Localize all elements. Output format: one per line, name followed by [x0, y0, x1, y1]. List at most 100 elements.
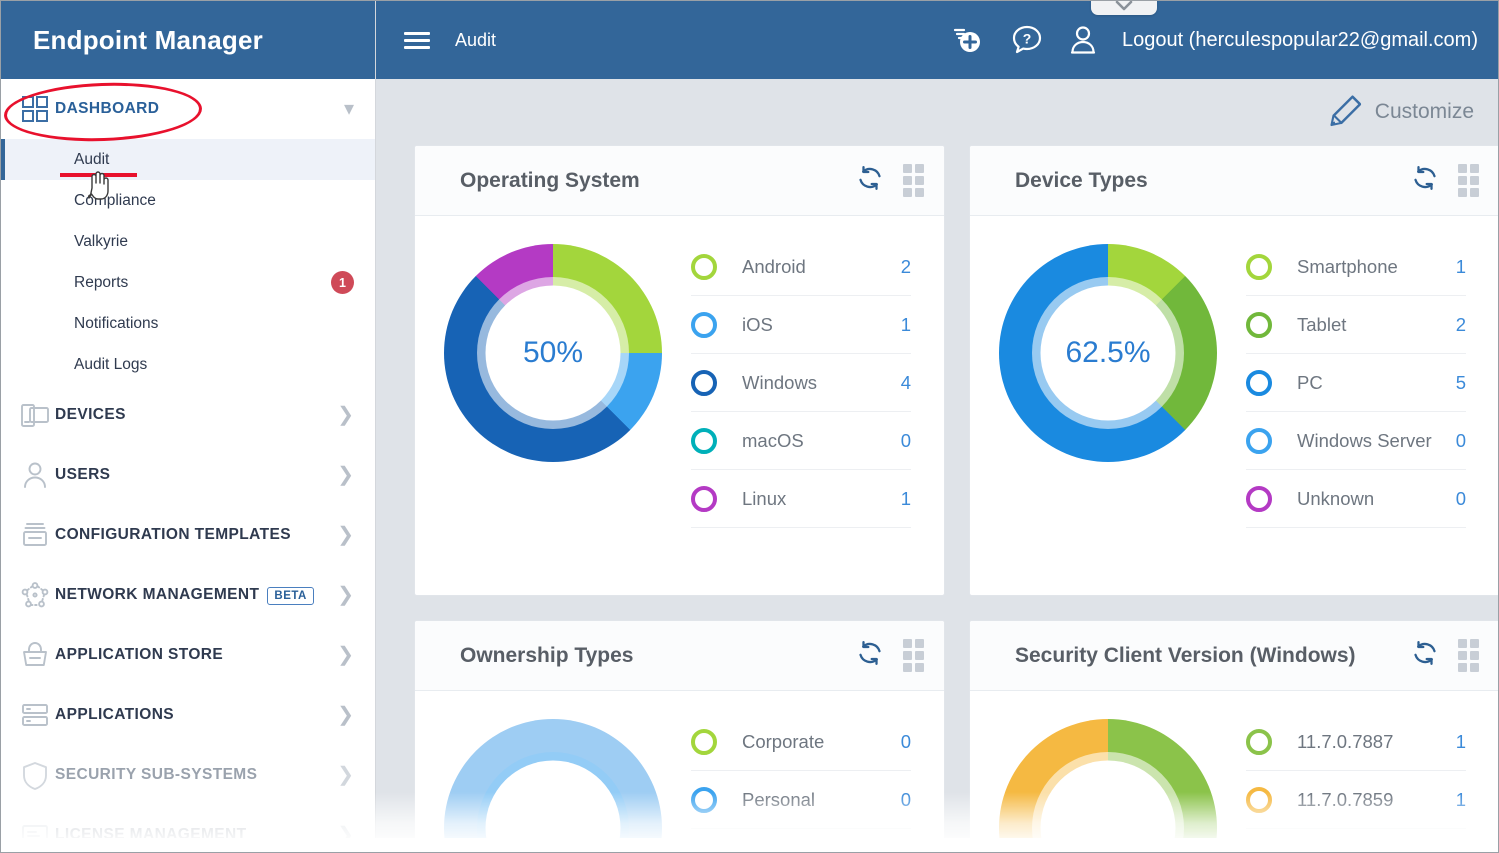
legend-value: 0: [901, 731, 911, 753]
legend-label: Windows: [717, 372, 901, 394]
sidebar-item-configuration-templates[interactable]: CONFIGURATION TEMPLATES❯: [1, 505, 376, 565]
legend-row[interactable]: 11.7.0.78871: [1246, 713, 1466, 771]
refresh-icon[interactable]: [1410, 638, 1440, 673]
refresh-icon[interactable]: [1410, 163, 1440, 198]
legend-value: 1: [901, 488, 911, 510]
chart-legend: 11.7.0.7887111.7.0.78591: [1246, 713, 1499, 829]
donut-chart-wrap: [970, 713, 1246, 853]
card-body: 11.7.0.7887111.7.0.78591: [970, 691, 1499, 853]
sidebar-subitem-label: Compliance: [74, 192, 354, 210]
grip-icon[interactable]: [903, 164, 924, 197]
legend-value: 1: [901, 314, 911, 336]
legend-color-dot: [691, 312, 717, 338]
card-body: 62.5% Smartphone1Tablet2PC5Windows Server…: [970, 216, 1499, 595]
legend-color-dot: [691, 254, 717, 280]
legend-row[interactable]: Windows Server0: [1246, 412, 1466, 470]
legend-row[interactable]: Windows4: [691, 354, 911, 412]
card-header-icons: [1410, 638, 1479, 673]
sidebar-item-application-store[interactable]: APPLICATION STORE❯: [1, 625, 376, 685]
shield-icon: [15, 760, 55, 790]
sidebar-item-security-sub-systems[interactable]: SECURITY SUB-SYSTEMS ❯: [1, 745, 376, 805]
sidebar-item-label-wrap: DEVICES: [55, 406, 337, 424]
sidebar-subitem-label: Audit Logs: [74, 356, 354, 374]
legend-color-dot: [691, 729, 717, 755]
sidebar-subitem-valkyrie[interactable]: Valkyrie: [1, 221, 376, 262]
sidebar-item-network-management[interactable]: NETWORK MANAGEMENTBETA❯: [1, 565, 376, 625]
card-header: Operating System: [415, 146, 944, 216]
ruler-pencil-icon: [1329, 92, 1365, 133]
chevron-right-icon: ❯: [337, 825, 354, 845]
hamburger-icon[interactable]: [404, 28, 430, 53]
grip-icon[interactable]: [1458, 164, 1479, 197]
legend-label: Smartphone: [1272, 256, 1456, 278]
legend-color-dot: [691, 486, 717, 512]
sidebar-item-label-wrap: APPLICATIONS: [55, 706, 337, 724]
legend-row[interactable]: PC5: [1246, 354, 1466, 412]
sidebar-item-label-wrap: SECURITY SUB-SYSTEMS: [55, 766, 337, 784]
legend-row[interactable]: 11.7.0.78591: [1246, 771, 1466, 829]
legend-row[interactable]: Smartphone1: [1246, 238, 1466, 296]
legend-row[interactable]: macOS0: [691, 412, 911, 470]
card-title: Ownership Types: [460, 644, 855, 668]
legend-label: iOS: [717, 314, 901, 336]
chevron-down-icon: ▾: [344, 99, 354, 119]
beta-badge: BETA: [267, 587, 313, 605]
chevron-right-icon: ❯: [337, 645, 354, 665]
legend-label: Personal: [717, 789, 901, 811]
legend-row[interactable]: Linux1: [691, 470, 911, 528]
dashboard-cards-grid: Operating System50%Android2iOS1Windows4m…: [376, 145, 1499, 853]
basket-icon: [15, 640, 55, 670]
help-icon[interactable]: ?: [1010, 23, 1044, 57]
dashboard-card: Ownership TypesCorporate0Personal0: [414, 620, 945, 853]
sidebar-subitem-label: Valkyrie: [74, 233, 354, 251]
donut-chart[interactable]: 50%: [444, 244, 662, 462]
legend-row[interactable]: Unknown0: [1246, 470, 1466, 528]
legend-color-dot: [1246, 312, 1272, 338]
donut-chart[interactable]: [999, 719, 1217, 853]
refresh-icon[interactable]: [855, 638, 885, 673]
dashboard-card: Device Types62.5%Smartphone1Tablet2PC5Wi…: [969, 145, 1499, 596]
sidebar-item-devices[interactable]: DEVICES❯: [1, 385, 376, 445]
customize-button[interactable]: Customize: [1329, 92, 1474, 133]
sidebar-item-license-management[interactable]: LICENSE MANAGEMENT❯: [1, 805, 376, 853]
sidebar-subitem-audit-logs[interactable]: Audit Logs: [1, 344, 376, 385]
grip-icon[interactable]: [1458, 639, 1479, 672]
logout-label[interactable]: Logout (herculespopular22@gmail.com): [1122, 29, 1478, 52]
devices-icon: [15, 400, 55, 430]
sidebar-item-label: APPLICATIONS: [55, 706, 174, 723]
card-header-icons: [855, 638, 924, 673]
grid-dashboard-icon: [15, 96, 55, 122]
dashboard-card: Security Client Version (Windows)11.7.0.…: [969, 620, 1499, 853]
sidebar-subitem-reports[interactable]: Reports1: [1, 262, 376, 303]
sidebar-item-label: SECURITY SUB-SYSTEMS: [55, 766, 257, 783]
legend-color-dot: [1246, 787, 1272, 813]
collapse-toggle[interactable]: [1091, 0, 1157, 15]
chevron-right-icon: ❯: [337, 765, 354, 785]
sidebar-item-label-wrap: USERS: [55, 466, 337, 484]
donut-chart[interactable]: [444, 719, 662, 853]
add-device-icon[interactable]: [948, 22, 984, 58]
refresh-icon[interactable]: [855, 163, 885, 198]
legend-row[interactable]: Android2: [691, 238, 911, 296]
dashboard-card: Operating System50%Android2iOS1Windows4m…: [414, 145, 945, 596]
sidebar-item-label: CONFIGURATION TEMPLATES: [55, 526, 291, 543]
donut-chart[interactable]: 62.5%: [999, 244, 1217, 462]
sidebar-subitem-notifications[interactable]: Notifications: [1, 303, 376, 344]
legend-color-dot: [691, 370, 717, 396]
sidebar-item-users[interactable]: USERS❯: [1, 445, 376, 505]
legend-row[interactable]: iOS1: [691, 296, 911, 354]
sidebar-item-dashboard[interactable]: DASHBOARD ▾: [1, 79, 376, 139]
chevron-down-icon: [1114, 0, 1134, 12]
donut-chart-wrap: [415, 713, 691, 853]
legend-row[interactable]: Corporate0: [691, 713, 911, 771]
sidebar-item-applications[interactable]: APPLICATIONS❯: [1, 685, 376, 745]
legend-row[interactable]: Personal0: [691, 771, 911, 829]
sidebar-subitem-audit[interactable]: Audit: [1, 139, 376, 180]
legend-row[interactable]: Tablet2: [1246, 296, 1466, 354]
card-title: Operating System: [460, 169, 855, 193]
sidebar-subitem-compliance[interactable]: Compliance: [1, 180, 376, 221]
sidebar-subitem-label: Audit: [74, 151, 354, 169]
grip-icon[interactable]: [903, 639, 924, 672]
card-body: 50%Android2iOS1Windows4macOS0Linux1: [415, 216, 944, 595]
legend-color-dot: [1246, 254, 1272, 280]
